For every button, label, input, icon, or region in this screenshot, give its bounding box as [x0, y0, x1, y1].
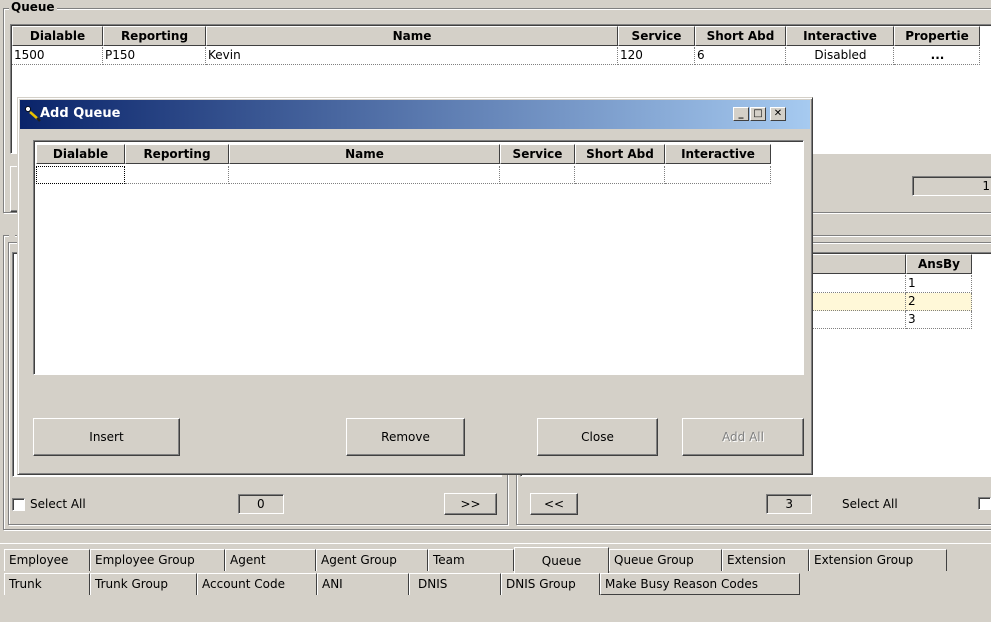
select-all-left-label: Select All: [30, 497, 86, 511]
queue-grid-header: Dialable Reporting Name Service Short Ab…: [12, 26, 980, 46]
col-properties[interactable]: Propertie: [894, 26, 980, 46]
cell-name[interactable]: Kevin: [206, 47, 618, 65]
dialog-grid-header: Dialable Reporting Name Service Short Ab…: [36, 144, 771, 164]
minimize-button[interactable]: _: [733, 107, 749, 121]
select-all-left-checkbox[interactable]: [12, 497, 25, 511]
cell-interactive[interactable]: Disabled: [786, 47, 894, 65]
dialog-cell-interactive[interactable]: [665, 166, 771, 184]
dialog-titlebar[interactable]: Add Queue _ □ ✕: [20, 100, 810, 129]
col-name[interactable]: Name: [206, 26, 618, 46]
tab-queue[interactable]: Queue: [514, 547, 609, 573]
tab-queue-group[interactable]: Queue Group: [609, 549, 722, 571]
tab-employee-group[interactable]: Employee Group: [90, 549, 225, 571]
tab-strip-line: [0, 543, 991, 544]
cell-service[interactable]: 120: [618, 47, 695, 65]
dialog-col-short-abd[interactable]: Short Abd: [575, 144, 665, 164]
left-count-field: 0: [238, 494, 284, 514]
close-window-button[interactable]: ✕: [770, 107, 786, 121]
tab-ani[interactable]: ANI: [317, 573, 409, 595]
tab-extension-group[interactable]: Extension Group: [809, 549, 947, 571]
select-all-right-checkbox[interactable]: [978, 497, 991, 510]
tab-extension[interactable]: Extension: [722, 549, 809, 571]
tab-trunk-group[interactable]: Trunk Group: [90, 573, 197, 595]
col-ansby[interactable]: AnsBy: [906, 254, 972, 274]
dialog-col-dialable[interactable]: Dialable: [36, 144, 125, 164]
dialog-col-interactive[interactable]: Interactive: [665, 144, 771, 164]
maximize-button[interactable]: □: [750, 107, 766, 121]
dialog-col-service[interactable]: Service: [500, 144, 575, 164]
dialog-cell-service[interactable]: [500, 166, 575, 184]
cell-properties[interactable]: ...: [894, 47, 980, 65]
right-count-field: 3: [766, 494, 812, 514]
tab-team[interactable]: Team: [428, 549, 514, 571]
tab-agent-group[interactable]: Agent Group: [316, 549, 428, 571]
tab-employee[interactable]: Employee: [4, 549, 90, 571]
dialog-cell-reporting[interactable]: [125, 166, 229, 184]
left-count-value: 0: [257, 497, 265, 511]
cell-ansby[interactable]: 1: [906, 275, 972, 293]
tab-dnis[interactable]: DNIS: [409, 573, 501, 595]
move-right-button[interactable]: >>: [444, 493, 497, 515]
select-all-left[interactable]: Select All: [12, 497, 86, 511]
tab-make-busy-reason-codes[interactable]: Make Busy Reason Codes: [600, 573, 800, 595]
dialog-cell-name[interactable]: [229, 166, 500, 184]
dialog-title: Add Queue: [40, 106, 121, 121]
move-left-button[interactable]: <<: [530, 493, 578, 515]
dialog-col-reporting[interactable]: Reporting: [125, 144, 229, 164]
cell-ansby[interactable]: 2: [906, 293, 972, 311]
add-all-button[interactable]: Add All: [682, 418, 804, 456]
close-button[interactable]: Close: [537, 418, 658, 456]
tab-agent[interactable]: Agent: [225, 549, 316, 571]
insert-button[interactable]: Insert: [33, 418, 180, 456]
dialog-col-name[interactable]: Name: [229, 144, 500, 164]
queue-group-label: Queue: [9, 0, 57, 15]
dialog-table-row[interactable]: [36, 166, 771, 184]
select-all-right-label: Select All: [842, 497, 898, 511]
queue-count-value: 1: [982, 179, 990, 193]
col-service[interactable]: Service: [618, 26, 695, 46]
tab-account-code[interactable]: Account Code: [197, 573, 317, 595]
col-short-abd[interactable]: Short Abd: [695, 26, 786, 46]
col-reporting[interactable]: Reporting: [103, 26, 206, 46]
right-count-value: 3: [785, 497, 793, 511]
col-dialable[interactable]: Dialable: [12, 26, 103, 46]
cell-dialable[interactable]: 1500: [12, 47, 103, 65]
cell-short-abd[interactable]: 6: [695, 47, 786, 65]
queue-count-field: 1: [912, 176, 991, 196]
col-interactive[interactable]: Interactive: [786, 26, 894, 46]
table-row[interactable]: 1500 P150 Kevin 120 6 Disabled ...: [12, 47, 980, 65]
tab-trunk[interactable]: Trunk: [4, 573, 90, 595]
dialog-cell-dialable[interactable]: [36, 166, 125, 184]
cell-reporting[interactable]: P150: [103, 47, 206, 65]
remove-button[interactable]: Remove: [346, 418, 465, 456]
dialog-cell-short-abd[interactable]: [575, 166, 665, 184]
tab-dnis-group[interactable]: DNIS Group: [501, 573, 600, 595]
members-group-label: [9, 227, 15, 242]
cell-ansby[interactable]: 3: [906, 311, 972, 329]
